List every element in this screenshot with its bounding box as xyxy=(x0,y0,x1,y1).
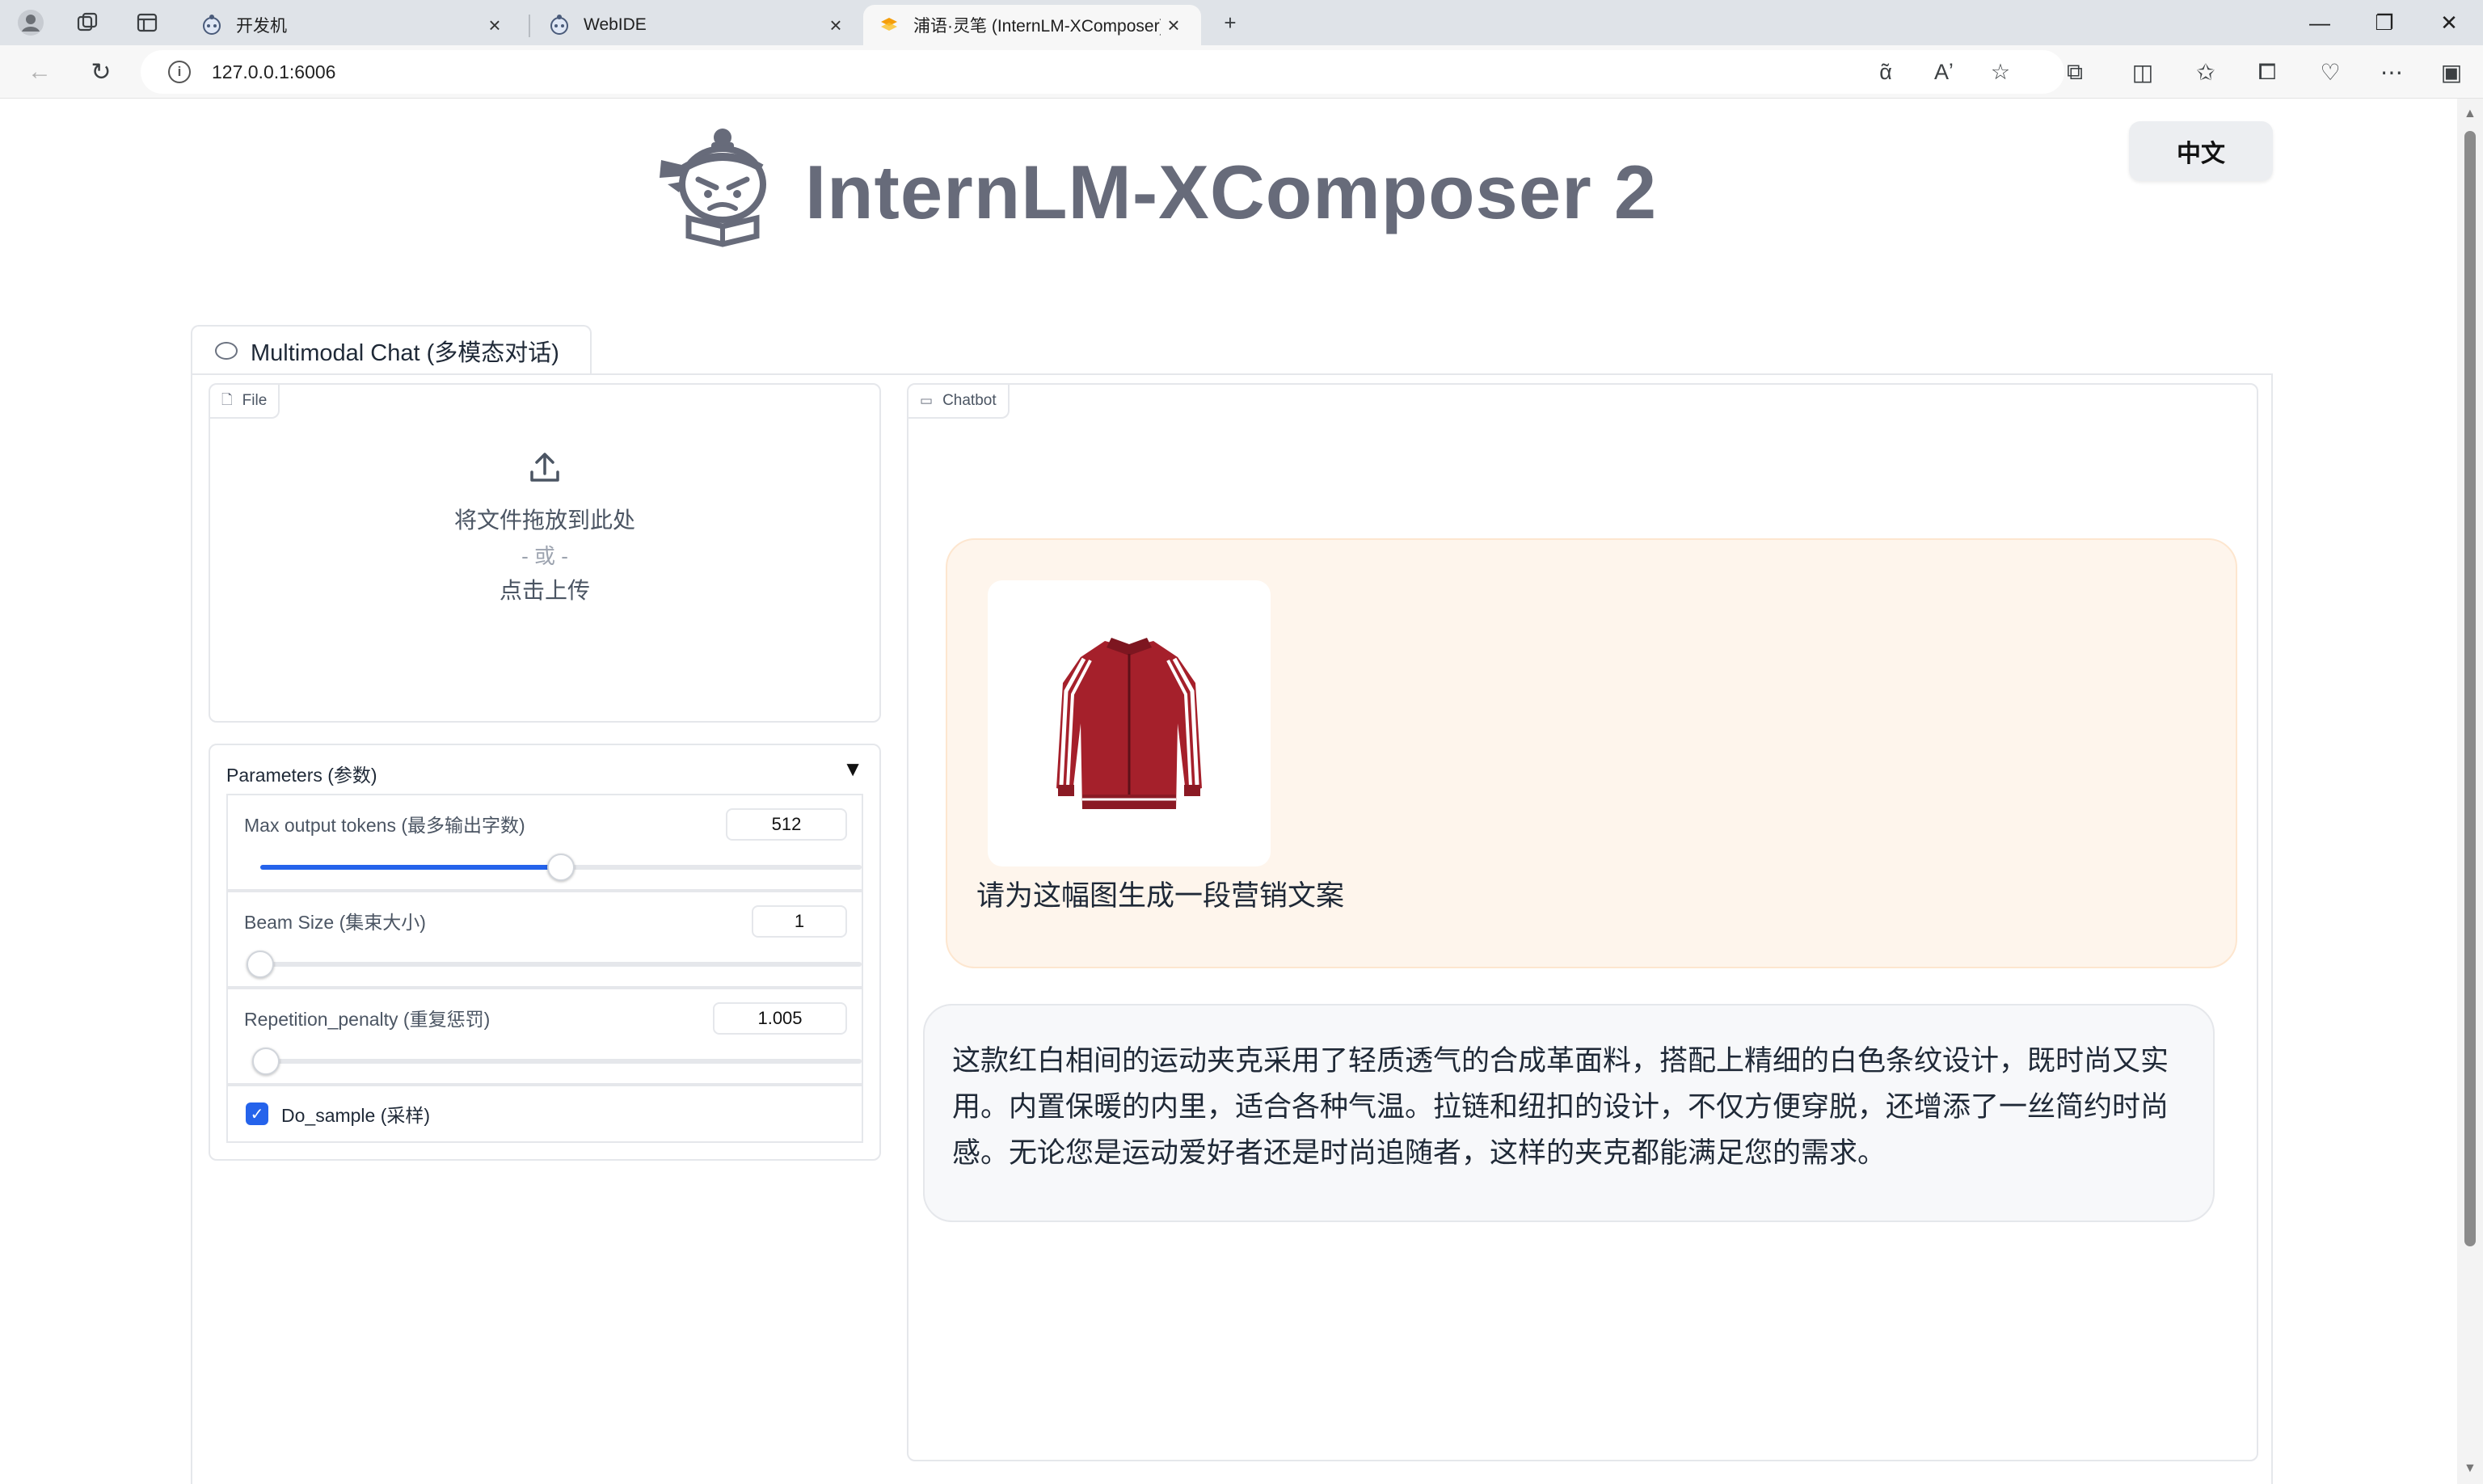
favorite-star-icon[interactable]: ☆ xyxy=(1982,53,2019,91)
drop-text: 将文件拖放到此处 xyxy=(453,508,635,533)
back-icon[interactable]: ← xyxy=(21,53,58,91)
beam-size-slider-row: Beam Size (集束大小) 1 xyxy=(226,891,863,988)
internlm-logo-icon xyxy=(656,128,778,249)
address-bar[interactable]: i 127.0.0.1:6006 xyxy=(141,50,2064,94)
page-title: InternLM-XComposer 2 xyxy=(805,150,1658,234)
tab-multimodal-chat[interactable]: Multimodal Chat (多模态对话) xyxy=(191,325,592,375)
repetition-penalty-track[interactable] xyxy=(252,1048,862,1075)
file-label: 🗋 File xyxy=(210,385,280,419)
slider-fill xyxy=(260,865,561,870)
split-screen-icon[interactable]: ◫ xyxy=(2124,53,2161,91)
robot-icon xyxy=(200,14,223,36)
tab-devmachine[interactable]: 开发机 × xyxy=(186,5,522,45)
page-scrollbar[interactable]: ▲ ▼ xyxy=(2457,99,2483,1484)
chat-icon: ▭ xyxy=(920,393,934,408)
tab-title: 开发机 xyxy=(236,17,287,36)
close-icon[interactable]: × xyxy=(823,12,849,38)
restore-icon[interactable]: ❐ xyxy=(2360,5,2409,40)
do-sample-row[interactable]: ✓ Do_sample (采样) xyxy=(226,1085,863,1143)
user-message-text: 请为这幅图生成一段营销文案 xyxy=(976,880,1345,912)
red-jacket-image xyxy=(1056,638,1202,809)
tab-title: 浦语·灵笔 (InternLM-XComposer) xyxy=(913,17,1161,36)
scroll-up-icon[interactable]: ▲ xyxy=(2464,107,2477,121)
repetition-penalty-input[interactable]: 1.005 xyxy=(713,1002,847,1035)
max-tokens-slider-row: Max output tokens (最多输出字数) 512 xyxy=(226,794,863,891)
web-page: 中文 InternLM-XComposer 2 Multimodal Chat … xyxy=(0,99,2457,1484)
read-aloud-icon[interactable]: Aʼ xyxy=(1925,53,1962,91)
file-upload-block[interactable]: 🗋 File 将文件拖放到此处 - 或 - 点击上传 xyxy=(209,383,881,723)
gradio-icon xyxy=(878,14,900,36)
close-icon[interactable]: × xyxy=(1161,12,1187,38)
vertical-tabs-icon[interactable] xyxy=(131,6,163,39)
close-icon[interactable]: × xyxy=(482,12,508,38)
language-button[interactable]: 中文 xyxy=(2129,121,2273,181)
repetition-penalty-label: Repetition_penalty (重复惩罚) xyxy=(244,1009,491,1030)
chat-bubble-icon xyxy=(215,342,238,360)
bot-message: 这款红白相间的运动夹克采用了轻质透气的合成革面料，搭配上精细的白色条纹设计，既时… xyxy=(923,1004,2215,1222)
max-tokens-track[interactable] xyxy=(260,854,862,881)
beam-size-track[interactable] xyxy=(247,951,862,978)
slider-handle[interactable] xyxy=(252,1048,280,1075)
address-toolbar: ← ↻ i 127.0.0.1:6006 ᾶ Aʼ ☆ ⧉ ◫ ✩ ⧠ ♡ ⋯ … xyxy=(0,45,2483,99)
tab-internlm[interactable]: 浦语·灵笔 (InternLM-XComposer) × xyxy=(863,5,1201,45)
tab-webide[interactable]: WebIDE × xyxy=(533,5,863,45)
chatbot-label: ▭ Chatbot xyxy=(908,385,1010,419)
uploaded-image[interactable] xyxy=(988,580,1271,866)
parameters-accordion: Parameters (参数) ▼ Max output tokens (最多输… xyxy=(209,744,881,1161)
max-tokens-label: Max output tokens (最多输出字数) xyxy=(244,815,525,836)
extensions-icon[interactable]: ⧉ xyxy=(2056,53,2093,91)
do-sample-checkbox[interactable]: ✓ xyxy=(246,1102,268,1125)
reload-icon[interactable]: ↻ xyxy=(82,53,120,91)
robot-icon xyxy=(548,14,571,36)
window-close-icon[interactable]: ✕ xyxy=(2425,5,2473,40)
sidebar-toggle-icon[interactable]: ▣ xyxy=(2433,53,2470,91)
favorites-icon[interactable]: ✩ xyxy=(2187,53,2224,91)
file-icon: 🗋 xyxy=(221,391,233,407)
tab-label: Multimodal Chat (多模态对话) xyxy=(251,340,559,366)
scrollbar-thumb[interactable] xyxy=(2464,131,2476,1246)
beam-size-label: Beam Size (集束大小) xyxy=(244,912,426,933)
url-text: 127.0.0.1:6006 xyxy=(212,61,336,82)
click-upload-text: 点击上传 xyxy=(499,578,590,603)
upload-icon xyxy=(210,449,879,491)
site-info-icon[interactable]: i xyxy=(168,61,191,83)
or-text: - 或 - xyxy=(521,544,568,568)
upload-dropzone[interactable]: 将文件拖放到此处 - 或 - 点击上传 xyxy=(210,449,879,605)
more-menu-icon[interactable]: ⋯ xyxy=(2373,53,2410,91)
user-message: 请为这幅图生成一段营销文案 xyxy=(946,538,2237,968)
tab-divider xyxy=(529,15,530,37)
minimize-icon[interactable]: — xyxy=(2295,5,2344,40)
workspaces-icon[interactable] xyxy=(71,6,103,39)
slider-handle[interactable] xyxy=(247,951,274,978)
tab-title: WebIDE xyxy=(584,15,647,34)
collapse-triangle-icon[interactable]: ▼ xyxy=(842,757,863,782)
beam-size-input[interactable]: 1 xyxy=(752,905,847,938)
translate-icon[interactable]: ᾶ xyxy=(1867,53,1904,91)
browser-essentials-icon[interactable]: ♡ xyxy=(2312,53,2349,91)
max-tokens-input[interactable]: 512 xyxy=(726,808,847,841)
new-tab-icon[interactable]: + xyxy=(1214,6,1246,39)
slider-handle[interactable] xyxy=(547,854,575,881)
scroll-down-icon[interactable]: ▼ xyxy=(2464,1461,2477,1476)
profile-icon[interactable] xyxy=(15,6,47,39)
collections-icon[interactable]: ⧠ xyxy=(2249,53,2286,91)
do-sample-label: Do_sample (采样) xyxy=(281,1105,431,1126)
browser-tab-strip: 开发机 × WebIDE × 浦语·灵笔 (InternLM-XComposer… xyxy=(0,0,2483,45)
repetition-penalty-slider-row: Repetition_penalty (重复惩罚) 1.005 xyxy=(226,988,863,1085)
parameters-title[interactable]: Parameters (参数) xyxy=(226,760,377,787)
